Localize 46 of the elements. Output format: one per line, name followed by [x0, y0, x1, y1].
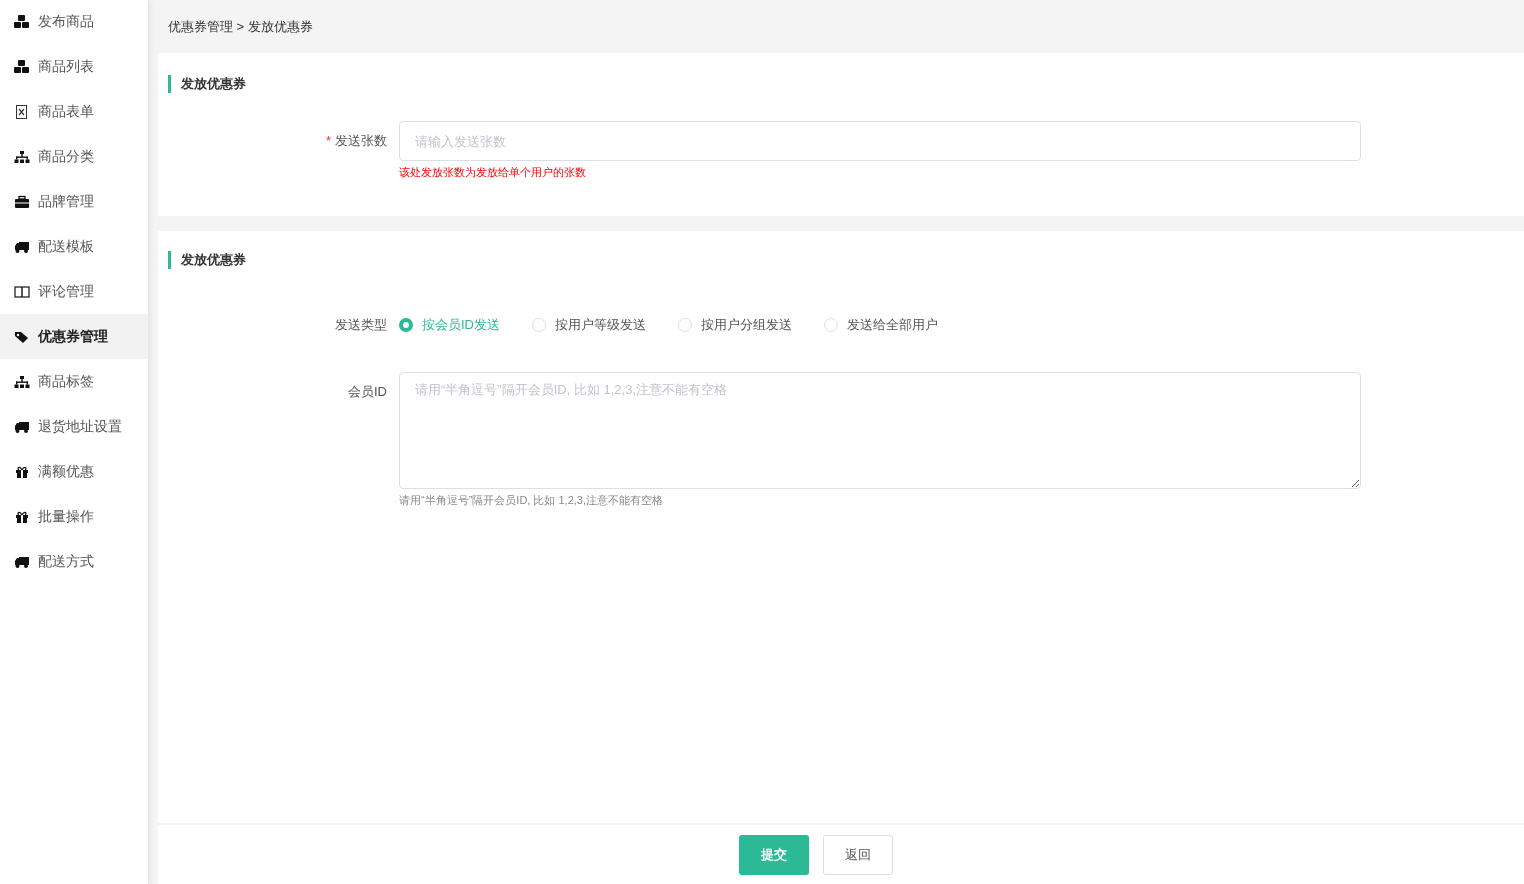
section-title: 发放优惠券: [168, 251, 1514, 269]
truck-icon: [14, 554, 30, 569]
input-field[interactable]: 请用“半角逗号”隔开会员ID, 比如 1,2,3,注意不能有空格: [399, 372, 1361, 489]
hierarchy-icon: [14, 149, 30, 164]
option-label: 按用户分组发送: [701, 316, 792, 334]
sidebar-item[interactable]: 优惠券管理: [0, 314, 148, 359]
tag-icon: [14, 329, 30, 344]
hierarchy-icon: [14, 374, 30, 389]
cubes-icon: [14, 14, 30, 29]
file-icon: [14, 104, 30, 119]
briefcase-icon: [14, 194, 30, 209]
sidebar-item[interactable]: 配送方式: [0, 539, 148, 584]
radio-option[interactable]: 发送给全部用户: [824, 315, 938, 335]
cubes-icon: [14, 59, 30, 74]
input-field[interactable]: 请输入发送张数: [399, 121, 1361, 161]
back-button[interactable]: 返回: [823, 834, 893, 875]
option-label: 发送给全部用户: [847, 316, 938, 334]
sidebar-item[interactable]: 批量操作: [0, 494, 148, 539]
sidebar-item[interactable]: 品牌管理: [0, 179, 148, 224]
field-label: 会员ID: [348, 384, 387, 399]
breadcrumb: 优惠券管理 > 发放优惠券: [167, 17, 314, 36]
section-title: 发放优惠券: [168, 75, 1514, 93]
required-mark: *: [325, 133, 331, 148]
gift-icon: [14, 464, 30, 479]
truck-icon: [14, 239, 30, 254]
gift-icon: [14, 509, 30, 524]
sidebar-item[interactable]: 配送模板: [0, 224, 148, 269]
truck-icon: [14, 419, 30, 434]
help-text: 请用“半角逗号”隔开会员ID, 比如 1,2,3,注意不能有空格: [399, 493, 664, 508]
sidebar-item[interactable]: 商品分类: [0, 134, 148, 179]
sidebar-item[interactable]: 退货地址设置: [0, 404, 148, 449]
columns-icon: [14, 284, 30, 299]
sidebar-item[interactable]: 商品列表: [0, 44, 148, 89]
sidebar-item[interactable]: 满额优惠: [0, 449, 148, 494]
field-label: 发送张数: [335, 133, 387, 148]
option-label: 按会员ID发送: [422, 316, 500, 334]
option-label: 按用户等级发送: [555, 316, 646, 334]
sidebar-item[interactable]: 商品表单: [0, 89, 148, 134]
radio-option[interactable]: 按用户等级发送: [532, 315, 646, 335]
sidebar-item[interactable]: 发布商品: [0, 0, 148, 44]
sidebar-item[interactable]: 评论管理: [0, 269, 148, 314]
radio-button[interactable]: [399, 318, 413, 332]
sidebar-item[interactable]: 商品标签: [0, 359, 148, 404]
error-hint: 该处发放张数为发放给单个用户的张数: [399, 165, 586, 180]
field-label: 发送类型: [335, 317, 387, 332]
radio-option[interactable]: 按用户分组发送: [678, 315, 792, 335]
